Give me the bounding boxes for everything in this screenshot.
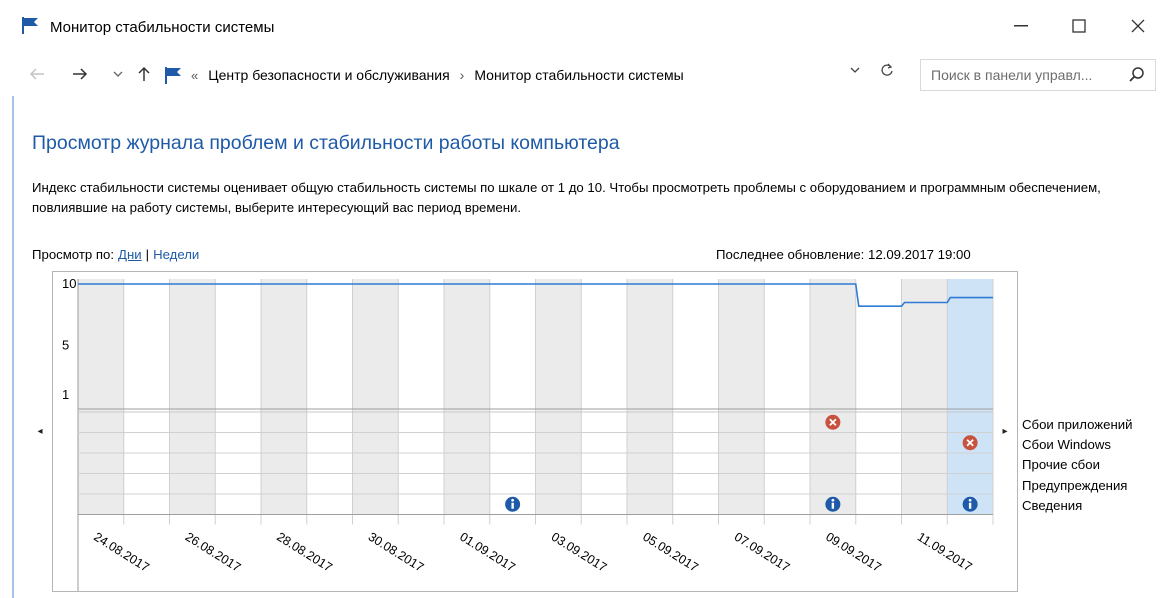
last-update-text: Последнее обновление: 12.09.2017 19:00 — [716, 247, 971, 262]
up-button[interactable] — [133, 63, 155, 85]
chart-scroll-right-button[interactable]: ▸ — [998, 424, 1012, 438]
arrow-right-icon — [73, 68, 88, 80]
chart-day-column — [352, 279, 399, 515]
chart-day-column — [947, 279, 993, 515]
search-box[interactable] — [920, 59, 1156, 91]
y-tick-label: 10 — [62, 276, 76, 291]
chart-day-column — [810, 279, 856, 515]
page-description: Индекс стабильности системы оценивает об… — [32, 180, 1101, 215]
flag-icon — [22, 17, 38, 34]
view-by-selector: Просмотр по: Дни | Недели — [32, 247, 199, 262]
chart-day-column — [627, 279, 673, 515]
error-icon[interactable] — [962, 435, 978, 451]
chart-day-column — [123, 279, 170, 515]
breadcrumb-security-center[interactable]: Центр безопасности и обслуживания — [208, 67, 449, 83]
window-edge — [12, 96, 14, 598]
back-button[interactable] — [26, 63, 48, 85]
chart-day-column — [535, 279, 582, 515]
page-title: Просмотр журнала проблем и стабильности … — [32, 132, 620, 154]
flag-icon — [165, 67, 181, 84]
chart-day-column — [78, 279, 124, 515]
legend-misc-failures: Прочие сбои — [1022, 457, 1100, 472]
x-tick-label: 28.08.2017 — [274, 530, 335, 575]
refresh-button[interactable] — [880, 62, 894, 83]
address-bar[interactable]: « Центр безопасности и обслуживания › Мо… — [157, 60, 907, 90]
x-tick-label: 30.08.2017 — [366, 530, 427, 575]
search-icon[interactable] — [1125, 63, 1149, 87]
search-input[interactable] — [921, 67, 1125, 83]
address-dropdown-button[interactable] — [850, 63, 860, 77]
breadcrumb-reliability-monitor[interactable]: Монитор стабильности системы — [474, 67, 683, 83]
x-tick-label: 26.08.2017 — [183, 530, 244, 575]
arrow-left-icon — [29, 68, 44, 80]
chart-day-column — [215, 279, 261, 515]
view-weeks-link[interactable]: Недели — [153, 247, 199, 262]
y-tick-label: 5 — [62, 338, 69, 353]
chart-day-column — [398, 279, 444, 515]
forward-button[interactable] — [69, 63, 91, 85]
chart-day-column — [855, 279, 902, 515]
chart-day-column — [581, 279, 627, 515]
maximize-button[interactable] — [1059, 12, 1099, 40]
window-title: Монитор стабильности системы — [50, 19, 275, 36]
x-tick-label: 07.09.2017 — [732, 530, 793, 575]
chart-day-column — [261, 279, 307, 515]
refresh-icon — [881, 63, 893, 76]
legend-information: Сведения — [1022, 498, 1083, 513]
chart-day-column — [672, 279, 719, 515]
reliability-chart[interactable]: 10 5 1 24.08.2017 26.08.2017 28.08.2017 30.08.… — [52, 271, 1018, 592]
minimize-button[interactable] — [1001, 12, 1041, 40]
info-icon[interactable] — [825, 496, 841, 512]
breadcrumb-overflow[interactable]: « — [191, 68, 198, 83]
legend-windows-failures: Сбои Windows — [1022, 437, 1111, 452]
chevron-down-icon — [850, 67, 860, 73]
x-tick-label: 05.09.2017 — [640, 530, 701, 575]
legend-warnings: Предупреждения — [1022, 478, 1128, 493]
x-tick-label: 11.09.2017 — [915, 530, 975, 575]
close-button[interactable] — [1118, 12, 1158, 40]
chart-day-column — [306, 279, 353, 515]
legend-app-failures: Сбои приложений — [1022, 417, 1133, 432]
view-days-link[interactable]: Дни — [118, 247, 142, 262]
x-tick-label: 09.09.2017 — [823, 530, 884, 575]
chart-day-column — [489, 279, 536, 515]
chart-scroll-left-button[interactable]: ◂ — [33, 424, 47, 438]
info-icon[interactable] — [505, 496, 521, 512]
x-tick-label: 24.08.2017 — [91, 530, 152, 575]
x-tick-label: 03.09.2017 — [549, 530, 610, 575]
y-tick-label: 1 — [62, 387, 69, 402]
recent-locations-button[interactable] — [107, 63, 129, 85]
view-by-label: Просмотр по: — [32, 247, 115, 262]
chart-day-column — [901, 279, 948, 515]
close-icon — [1131, 19, 1145, 33]
chart-day-column — [764, 279, 810, 515]
error-icon[interactable] — [825, 414, 841, 430]
info-icon[interactable] — [962, 496, 978, 512]
chevron-down-icon — [113, 71, 123, 77]
chart-day-column — [444, 279, 490, 515]
arrow-up-icon — [138, 66, 150, 81]
maximize-icon — [1072, 19, 1086, 33]
breadcrumb-separator[interactable]: › — [460, 67, 465, 83]
chart-day-column — [718, 279, 765, 515]
view-by-separator: | — [145, 247, 150, 262]
chart-day-column — [169, 279, 216, 515]
minimize-icon — [1014, 25, 1028, 27]
x-tick-label: 01.09.2017 — [457, 530, 518, 575]
